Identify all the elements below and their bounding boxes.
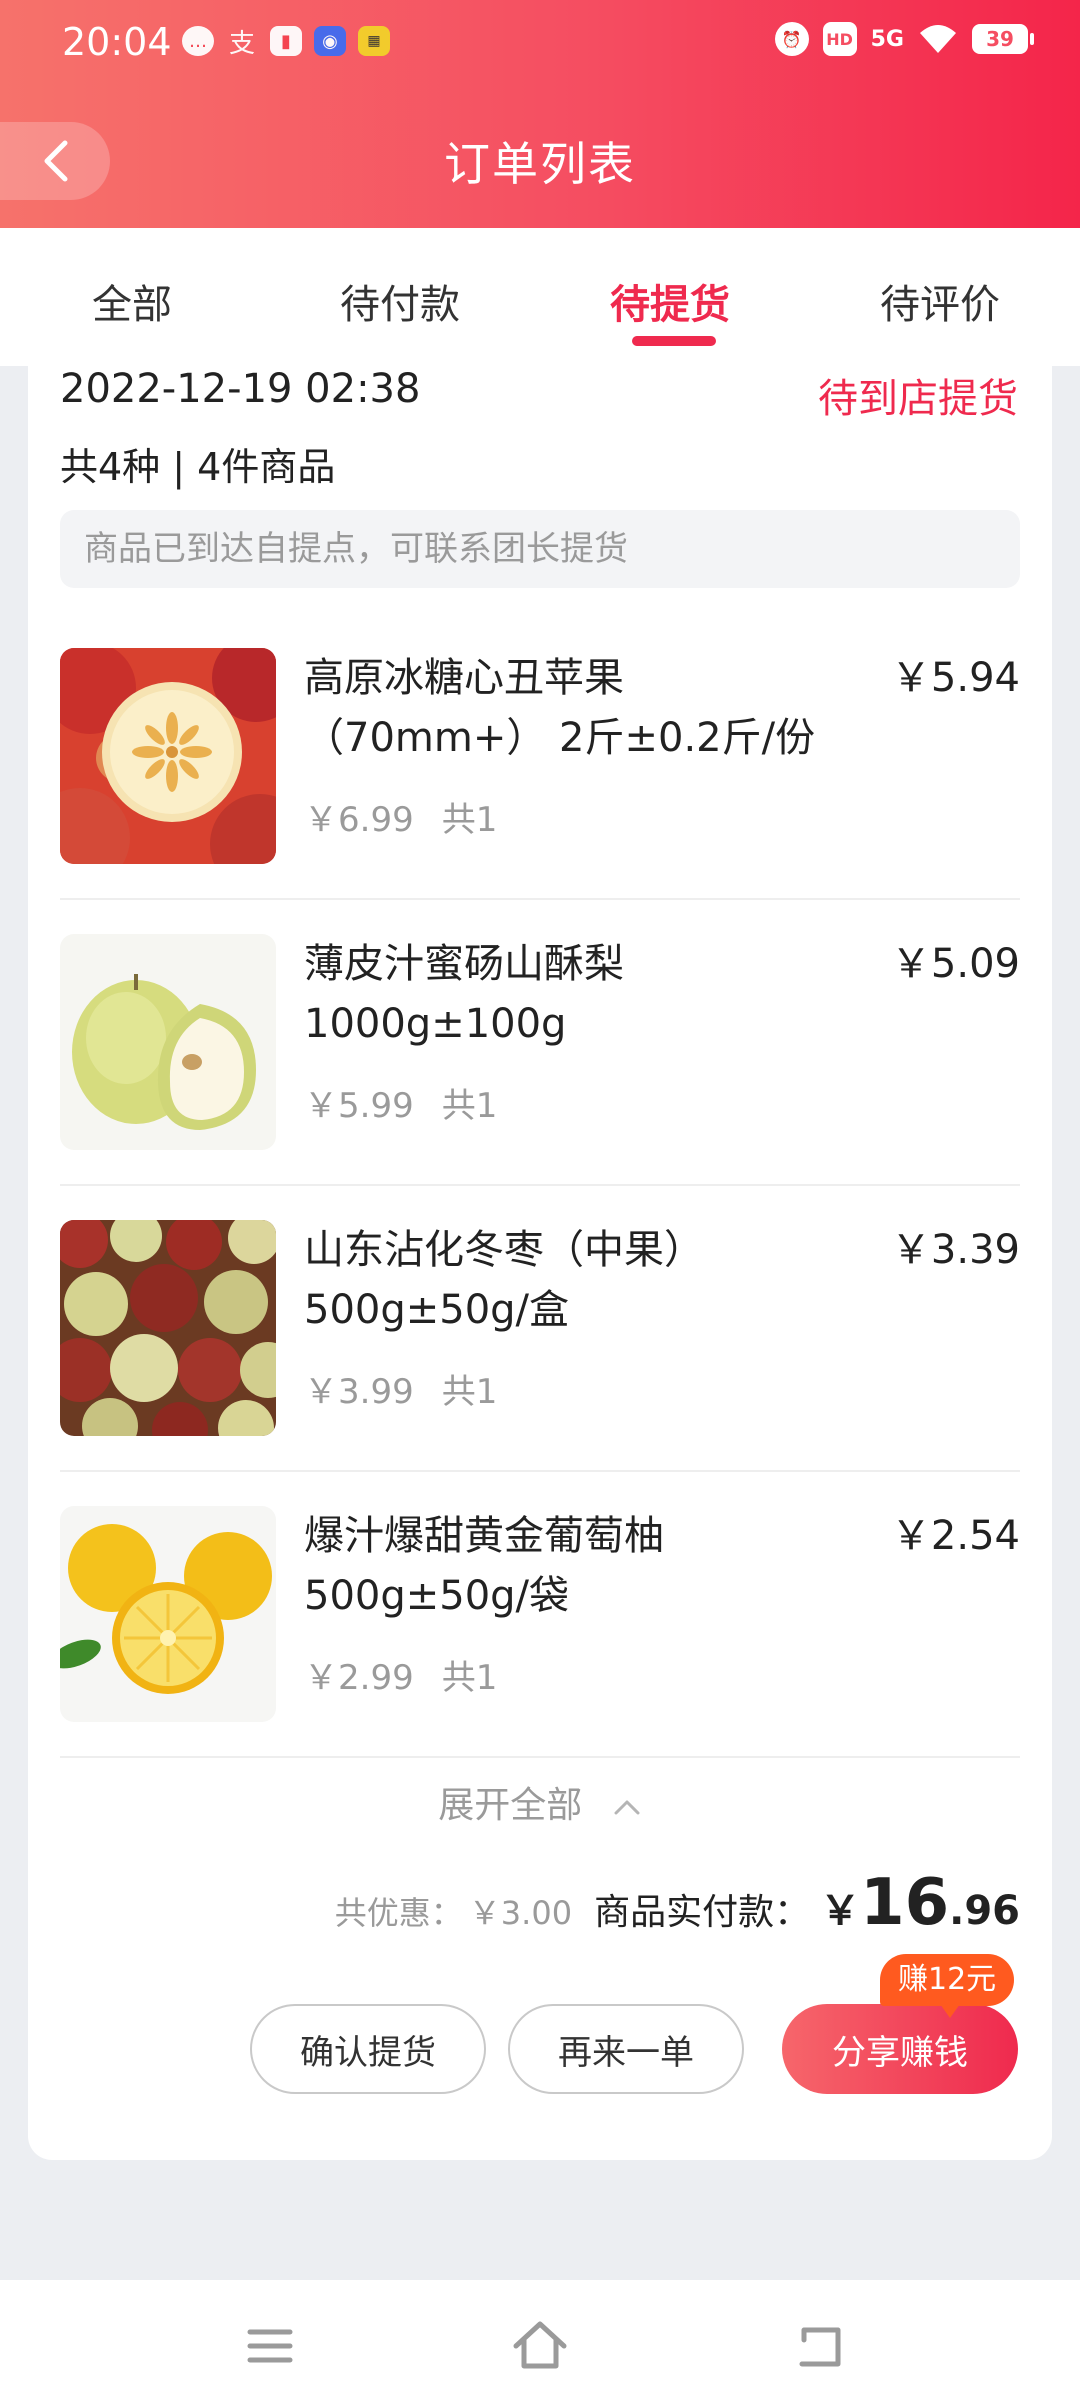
product-price: ￥2.54	[890, 1513, 1020, 1559]
tab-active-indicator	[632, 336, 716, 346]
original-price-value: ￥6.99	[304, 800, 414, 840]
product-original-price: ￥2.99 共1	[304, 1650, 497, 1699]
original-price-value: ￥5.99	[304, 1086, 414, 1126]
home-icon[interactable]	[510, 2316, 570, 2376]
original-price-value: ￥2.99	[304, 1658, 414, 1698]
product-original-price: ￥3.99 共1	[304, 1364, 497, 1413]
app-header: 20:04 … 支 ▮ ◉ ▦ ⏰ HD 5G 39 订单列表	[0, 0, 1080, 228]
expand-all-label: 展开全部	[438, 1785, 583, 1826]
chevron-up-icon	[614, 1800, 640, 1815]
alarm-icon: ⏰	[774, 22, 809, 56]
status-right: ⏰ HD 5G 39	[774, 22, 1034, 56]
product-image-apple	[60, 648, 276, 864]
product-quantity: 共1	[441, 1658, 498, 1698]
item-divider	[60, 1470, 1020, 1472]
discount-value: ￥3.00	[468, 1894, 573, 1932]
product-price: ￥5.94	[890, 655, 1020, 701]
signal-icon: 5G	[870, 26, 904, 52]
item-divider	[60, 898, 1020, 900]
original-price-value: ￥3.99	[304, 1372, 414, 1412]
product-quantity: 共1	[441, 1372, 498, 1412]
product-image-pear	[60, 934, 276, 1150]
order-tabs: 全部 待付款 待提货 待评价	[0, 228, 1080, 366]
alipay-icon: 支	[228, 28, 255, 59]
product-name: 高原冰糖心丑苹果（70mm+） 2斤±0.2斤/份	[304, 655, 816, 761]
product-name: 爆汁爆甜黄金葡萄柚500g±50g/袋	[304, 1513, 664, 1619]
status-bar: 20:04 … 支 ▮ ◉ ▦ ⏰ HD 5G 39	[0, 0, 1080, 90]
tab-all[interactable]: 全部	[92, 272, 172, 330]
reorder-button[interactable]: 再来一单	[508, 2004, 744, 2094]
share-earn-button[interactable]: 分享赚钱	[782, 2004, 1018, 2094]
confirm-pickup-button[interactable]: 确认提货	[250, 2004, 486, 2094]
tab-pending-review[interactable]: 待评价	[880, 272, 1000, 330]
tab-pending-pickup[interactable]: 待提货	[610, 272, 730, 330]
payment-summary: 共优惠： ￥3.00 商品实付款： ￥ 16 .96	[335, 1866, 1020, 1940]
paid-label: 商品实付款：	[594, 1892, 811, 1933]
order-item[interactable]: 爆汁爆甜黄金葡萄柚500g±50g/袋 ￥2.54 ￥2.99 共1	[60, 1506, 1020, 1792]
app-badge-icon: ▦	[358, 26, 390, 56]
pickup-notice: 商品已到达自提点，可联系团长提货	[60, 510, 1020, 588]
expand-all-button[interactable]: 展开全部	[28, 1776, 1052, 1828]
order-item[interactable]: 山东沾化冬枣（中果）500g±50g/盒 ￥3.39 ￥3.99 共1	[60, 1220, 1020, 1506]
status-time: 20:04	[62, 20, 172, 64]
product-image-jujube	[60, 1220, 276, 1436]
earn-badge: 赚12元	[880, 1954, 1015, 2018]
qq-icon: ◉	[314, 26, 346, 56]
order-status: 待到店提货	[818, 376, 1018, 422]
item-divider	[60, 1756, 1020, 1758]
order-item[interactable]: 高原冰糖心丑苹果（70mm+） 2斤±0.2斤/份 ￥5.94 ￥6.99 共1	[60, 648, 1020, 934]
hd-icon: HD	[822, 22, 857, 56]
system-nav-bar	[0, 2280, 1080, 2408]
product-original-price: ￥6.99 共1	[304, 792, 497, 841]
paid-amount-decimal: .96	[949, 1888, 1020, 1934]
product-quantity: 共1	[441, 800, 498, 840]
product-quantity: 共1	[441, 1086, 498, 1126]
tab-pending-payment[interactable]: 待付款	[340, 272, 460, 330]
order-item[interactable]: 薄皮汁蜜砀山酥梨1000g±100g ￥5.09 ￥5.99 共1	[60, 934, 1020, 1220]
paid-currency: ￥	[820, 1888, 861, 1934]
order-item-count: 共4种 | 4件商品	[60, 445, 336, 489]
notification-icons: … 支 ▮ ◉ ▦	[182, 26, 390, 59]
product-price: ￥5.09	[890, 941, 1020, 987]
product-name: 山东沾化冬枣（中果）500g±50g/盒	[304, 1227, 704, 1333]
item-divider	[60, 1184, 1020, 1186]
message-icon: …	[182, 26, 214, 56]
product-price: ￥3.39	[890, 1227, 1020, 1273]
page-title: 订单列表	[444, 137, 636, 191]
battery-icon: 39	[972, 24, 1034, 54]
wifi-icon	[920, 25, 956, 53]
product-original-price: ￥5.99 共1	[304, 1078, 497, 1127]
product-image-grapefruit	[60, 1506, 276, 1722]
order-date: 2022-12-19 02:38	[60, 366, 421, 412]
back-nav-icon[interactable]	[790, 2316, 850, 2376]
book-icon: ▮	[270, 26, 302, 56]
menu-icon[interactable]	[240, 2316, 300, 2376]
product-name: 薄皮汁蜜砀山酥梨1000g±100g	[304, 941, 624, 1047]
discount-label: 共优惠：	[334, 1894, 463, 1932]
order-card[interactable]: 2022-12-19 02:38 待到店提货 共4种 | 4件商品 商品已到达自…	[28, 366, 1052, 2160]
paid-amount-integer: 16	[860, 1866, 950, 1940]
